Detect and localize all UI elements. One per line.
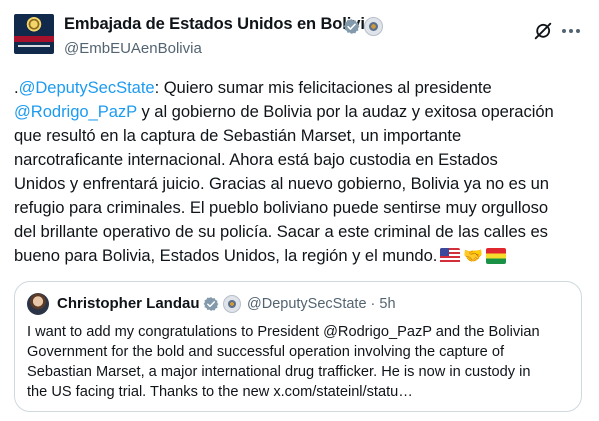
- embassy-seal-icon: [26, 17, 42, 33]
- tweet-text: : Quiero sumar mis felicitaciones al pre…: [154, 78, 492, 97]
- quoted-government-affiliation-icon[interactable]: [223, 295, 241, 313]
- tweet-text: y al gobierno de Bolivia por la audaz y …: [136, 102, 554, 121]
- tweet-text: del brillante operativo de su policía. S…: [14, 222, 548, 241]
- tweet-body-line: que resultó en la captura de Sebastián M…: [14, 124, 584, 148]
- tweet-body: .@DeputySecState: Quiero sumar mis felic…: [14, 76, 584, 268]
- tweet-body-line: .@DeputySecState: Quiero sumar mis felic…: [14, 76, 584, 100]
- author-name[interactable]: Embajada de Estados Unidos en Bolivia: [64, 15, 374, 34]
- quoted-handle[interactable]: @DeputySecState: [247, 296, 367, 312]
- tweet-text: narcotraficante internacional. Ahora est…: [14, 150, 498, 169]
- quoted-time[interactable]: · 5h: [371, 296, 396, 312]
- quoted-verified-badge-icon: [203, 297, 219, 311]
- tweet-body-line: bueno para Bolivia, Estados Unidos, la r…: [14, 244, 584, 268]
- tweet-body-line: Unidos y enfrentará juicio. Gracias al n…: [14, 172, 584, 196]
- quoted-author-name[interactable]: Christopher Landau: [57, 295, 200, 312]
- grok-icon[interactable]: [532, 20, 554, 42]
- tweet-body-line: refugio para criminales. El pueblo boliv…: [14, 196, 584, 220]
- quoted-text-line: Sebastian Marset, a major international …: [27, 364, 531, 380]
- bolivia-flag-icon: [486, 248, 507, 264]
- tweet-body-line: @Rodrigo_PazP y al gobierno de Bolivia p…: [14, 100, 584, 124]
- quoted-text-line: the US facing trial. Thanks to the new x…: [27, 384, 413, 400]
- quoted-tweet-text: I want to add my congratulations to Pres…: [27, 322, 572, 402]
- tweet-text: refugio para criminales. El pueblo boliv…: [14, 198, 549, 217]
- tweet-card[interactable]: Embajada de Estados Unidos en Bolivia @E…: [0, 0, 599, 421]
- tweet-body-line: del brillante operativo de su policía. S…: [14, 220, 584, 244]
- mention-link[interactable]: @Rodrigo_PazP: [14, 102, 137, 121]
- author-avatar[interactable]: [14, 14, 54, 54]
- us-flag-icon: [440, 248, 461, 264]
- tweet-text: que resultó en la captura de Sebastián M…: [14, 126, 462, 145]
- avatar-stripe: [14, 36, 54, 42]
- avatar-underline: [18, 45, 50, 47]
- mention-link[interactable]: @DeputySecState: [19, 78, 155, 97]
- more-options-icon[interactable]: [560, 22, 582, 40]
- author-handle[interactable]: @EmbEUAenBolivia: [64, 40, 202, 57]
- tweet-text: bueno para Bolivia, Estados Unidos, la r…: [14, 246, 438, 265]
- verified-badge-icon: [343, 19, 360, 34]
- tweet-body-line: narcotraficante internacional. Ahora est…: [14, 148, 584, 172]
- quoted-handle-time: @DeputySecState · 5h: [247, 296, 396, 312]
- quoted-tweet[interactable]: Christopher Landau @DeputySecState · 5h …: [14, 281, 582, 412]
- quoted-text-line: Government for the bold and successful o…: [27, 344, 505, 360]
- government-affiliation-icon[interactable]: [364, 17, 383, 36]
- tweet-text: Unidos y enfrentará juicio. Gracias al n…: [14, 174, 549, 193]
- quoted-author-avatar[interactable]: [27, 293, 49, 315]
- quoted-text-line: I want to add my congratulations to Pres…: [27, 324, 540, 340]
- handshake-icon: 🤝: [463, 248, 484, 265]
